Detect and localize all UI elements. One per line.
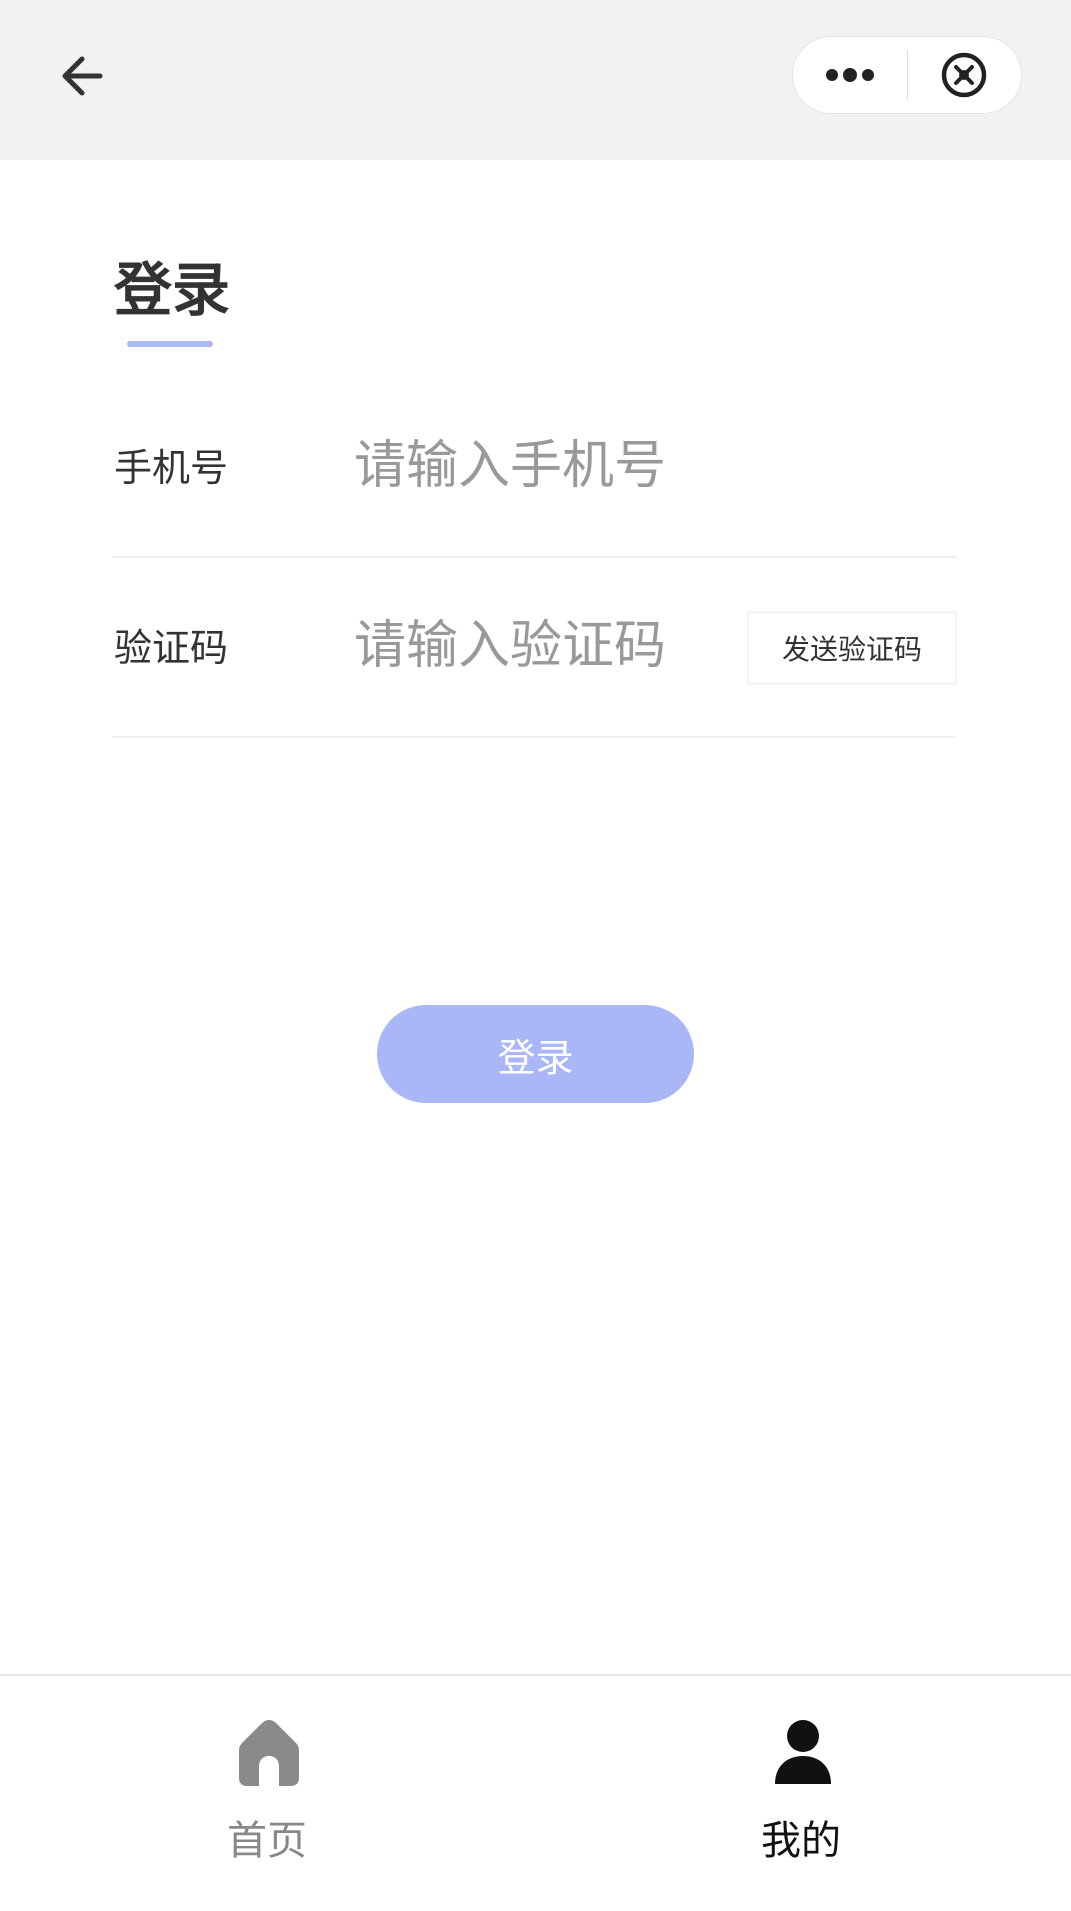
phone-input[interactable] [354, 426, 714, 506]
user-icon [775, 1720, 831, 1784]
tab-mine-label: 我的 [761, 1818, 841, 1864]
more-dots-icon [825, 68, 874, 82]
tab-home-label: 首页 [227, 1818, 307, 1864]
title-underline [127, 341, 213, 347]
code-row: 验证码 发送验证码 [112, 558, 956, 738]
close-button[interactable] [908, 37, 1022, 113]
back-button[interactable] [50, 44, 114, 108]
mini-program-capsule [792, 36, 1022, 114]
phone-label: 手机号 [114, 446, 229, 490]
send-code-button[interactable]: 发送验证码 [748, 612, 956, 684]
page-title: 登录 [114, 256, 231, 324]
phone-row: 手机号 [112, 378, 956, 558]
code-label: 验证码 [114, 626, 229, 670]
tab-mine[interactable]: 我的 [691, 1676, 911, 1876]
more-button[interactable] [793, 37, 907, 113]
arrow-left-icon [62, 56, 103, 96]
top-navigation-bar [0, 0, 1071, 160]
login-button[interactable]: 登录 [377, 1005, 694, 1103]
tab-home[interactable]: 首页 [157, 1676, 377, 1876]
home-icon [239, 1720, 299, 1786]
code-input[interactable] [354, 606, 714, 686]
bottom-tab-bar: 首页 我的 [0, 1674, 1071, 1911]
close-circle-icon [942, 52, 987, 98]
